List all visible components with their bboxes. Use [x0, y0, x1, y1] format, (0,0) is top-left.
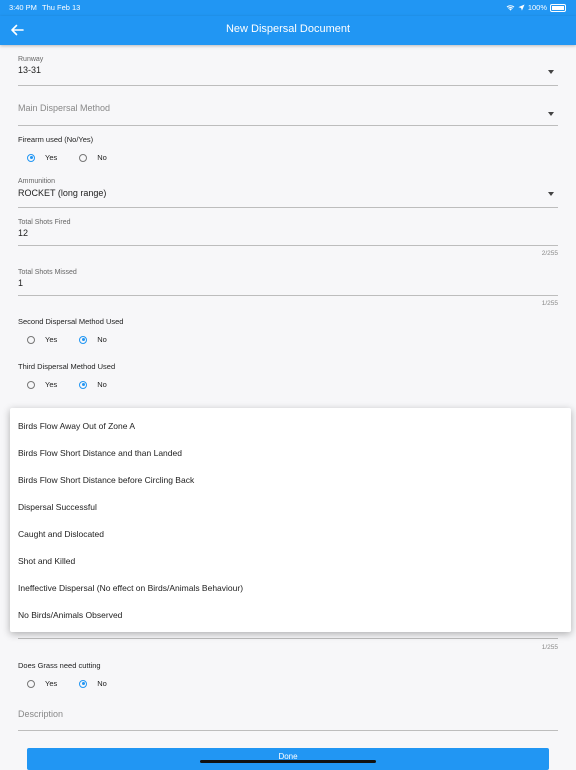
shots-fired-counter: 2/255	[541, 250, 558, 257]
grass-no-radio[interactable]	[79, 679, 88, 688]
dropdown-option[interactable]: Caught and Dislocated	[18, 529, 104, 539]
firearm-yes-label: Yes	[45, 153, 58, 162]
status-time: 3:40 PM	[9, 3, 37, 12]
description-placeholder: Description	[18, 709, 64, 719]
ammunition-value: ROCKET (long range)	[18, 188, 107, 198]
done-button[interactable]: Done	[27, 748, 549, 770]
dropdown-option[interactable]: Ineffective Dispersal (No effect on Bird…	[18, 583, 243, 593]
shots-missed-underline	[18, 295, 558, 296]
status-bar: 3:40 PM Thu Feb 13 100%	[0, 0, 576, 16]
wifi-icon	[506, 5, 515, 11]
third-method-no-radio[interactable]	[79, 380, 88, 389]
battery-icon	[550, 3, 566, 12]
third-method-yes-label: Yes	[45, 380, 58, 389]
chevron-down-icon	[548, 70, 554, 74]
ammunition-select[interactable]: Ammunition ROCKET (long range)	[18, 178, 558, 208]
firearm-no-label: No	[97, 153, 107, 162]
firearm-label: Firearm used (No/Yes)	[18, 135, 94, 144]
shots-fired-value: 12	[18, 228, 29, 238]
runway-underline	[18, 85, 558, 86]
runway-select[interactable]: Runway 13-31	[18, 56, 558, 86]
app-bar: New Dispersal Document	[0, 16, 576, 45]
description-input[interactable]: Description	[18, 709, 558, 731]
dropdown-option[interactable]: Birds Flow Short Distance and than Lande…	[18, 448, 182, 458]
page-title: New Dispersal Document	[225, 23, 351, 35]
dispersal-result-dropdown: Birds Flow Away Out of Zone A Birds Flow…	[10, 408, 571, 632]
result-underline	[18, 638, 558, 639]
battery-percent: 100%	[527, 3, 547, 12]
shots-missed-input[interactable]: Total Shots Missed 1	[18, 269, 558, 296]
dropdown-option[interactable]: Shot and Killed	[18, 556, 75, 566]
second-method-no-radio[interactable]	[79, 335, 88, 344]
chevron-down-icon	[548, 112, 554, 116]
grass-radio-group: Yes No	[27, 679, 107, 688]
location-icon	[518, 4, 525, 11]
description-underline	[18, 730, 558, 731]
dropdown-option[interactable]: Birds Flow Away Out of Zone A	[18, 421, 135, 431]
main-method-underline	[18, 125, 558, 126]
shots-missed-counter: 1/255	[541, 300, 558, 307]
main-method-select[interactable]: Main Dispersal Method	[18, 103, 558, 127]
grass-label: Does Grass need cutting	[18, 661, 101, 670]
second-method-label: Second Dispersal Method Used	[18, 317, 124, 326]
shots-fired-input[interactable]: Total Shots Fired 12	[18, 219, 558, 246]
third-method-radio-group: Yes No	[27, 380, 107, 389]
firearm-no-radio[interactable]	[79, 153, 88, 162]
dropdown-option[interactable]: Dispersal Successful	[18, 502, 97, 512]
runway-value: 13-31	[18, 65, 42, 75]
third-method-no-label: No	[97, 380, 107, 389]
dropdown-option[interactable]: No Birds/Animals Observed	[18, 610, 122, 620]
status-right: 100%	[506, 3, 566, 12]
shots-missed-label: Total Shots Missed	[18, 269, 77, 276]
result-counter: 1/255	[541, 644, 558, 651]
third-method-label: Third Dispersal Method Used	[18, 362, 116, 371]
shots-fired-label: Total Shots Fired	[18, 219, 71, 226]
grass-yes-radio[interactable]	[27, 679, 35, 688]
chevron-down-icon	[548, 192, 554, 196]
second-method-radio-group: Yes No	[27, 335, 107, 344]
grass-yes-label: Yes	[45, 679, 58, 688]
main-method-placeholder: Main Dispersal Method	[18, 103, 111, 113]
shots-missed-value: 1	[18, 278, 24, 288]
firearm-yes-radio[interactable]	[27, 153, 35, 162]
second-method-yes-radio[interactable]	[27, 335, 35, 344]
status-date: Thu Feb 13	[42, 3, 81, 12]
dropdown-option[interactable]: Birds Flow Short Distance before Circlin…	[18, 475, 194, 485]
second-method-no-label: No	[97, 335, 107, 344]
ammunition-underline	[18, 207, 558, 208]
grass-no-label: No	[97, 679, 107, 688]
second-method-yes-label: Yes	[45, 335, 58, 344]
runway-label: Runway	[18, 56, 44, 63]
ammunition-label: Ammunition	[18, 178, 55, 185]
shots-fired-underline	[18, 245, 558, 246]
firearm-radio-group: Yes No	[27, 153, 107, 162]
third-method-yes-radio[interactable]	[27, 380, 35, 389]
home-indicator	[200, 760, 376, 763]
